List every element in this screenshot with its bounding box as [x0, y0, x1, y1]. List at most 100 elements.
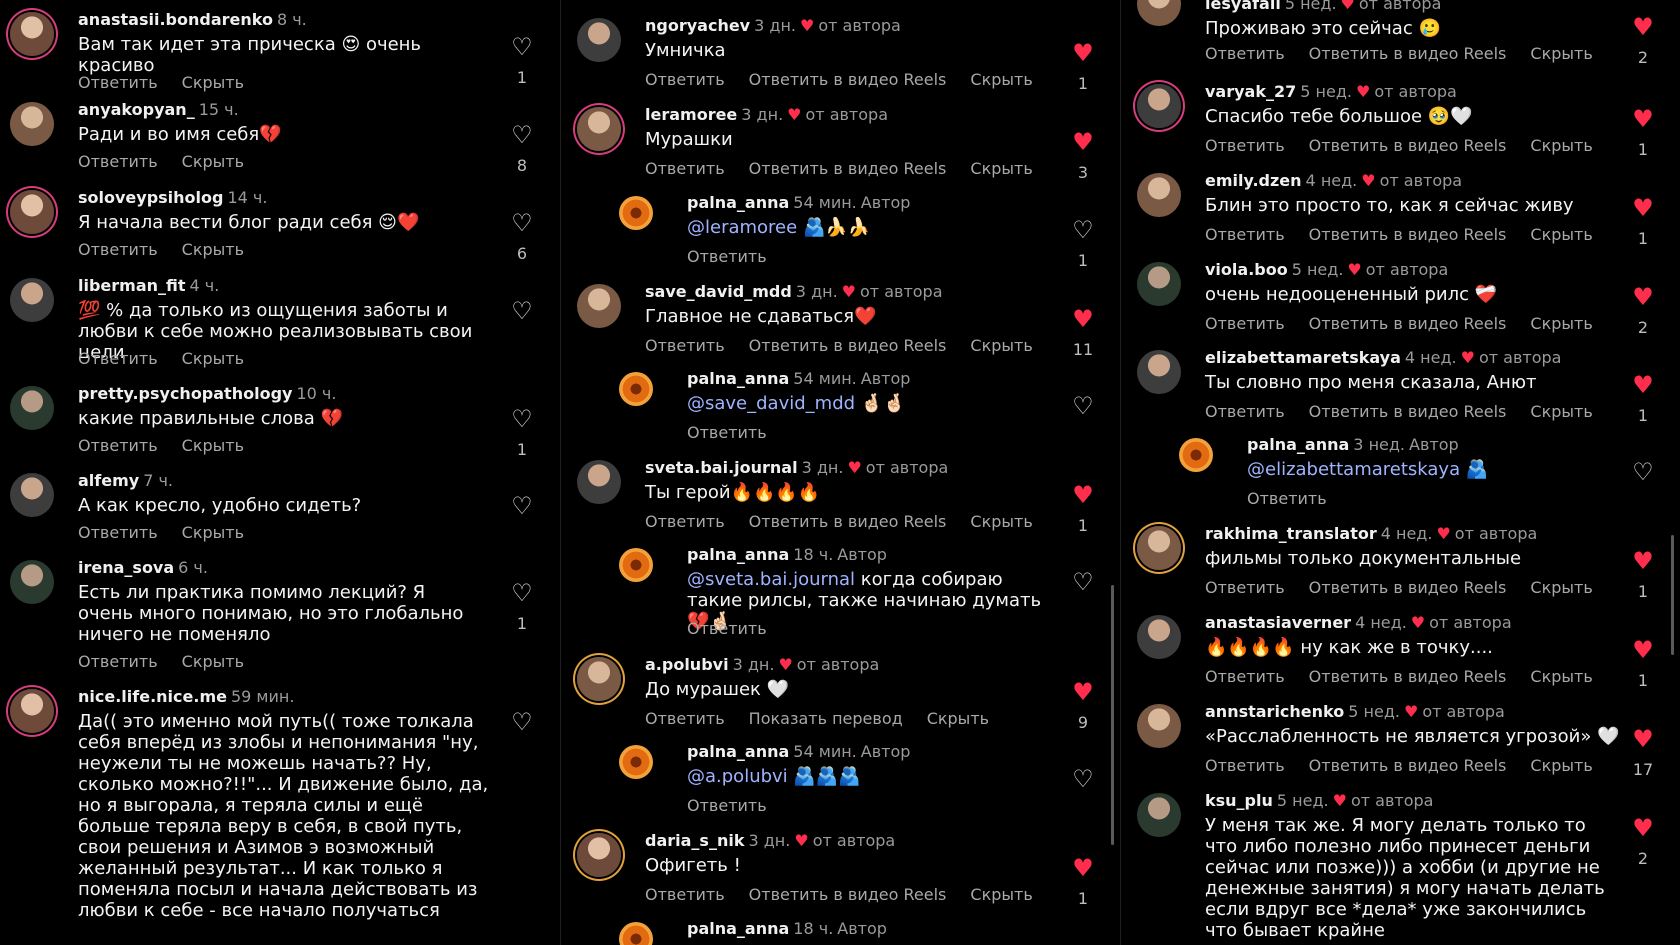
username[interactable]: pretty.psychopathology	[78, 384, 292, 403]
reply-button[interactable]: Ответить	[1205, 314, 1285, 333]
avatar[interactable]	[577, 460, 621, 504]
reply-reels-button[interactable]: Ответить в видео Reels	[1309, 756, 1507, 775]
hide-button[interactable]: Скрыть	[182, 652, 244, 671]
reply-button[interactable]: Ответить	[687, 247, 767, 266]
reply-reels-button[interactable]: Ответить в видео Reels	[1309, 578, 1507, 597]
like-button[interactable]: ♥ 3	[1063, 129, 1103, 183]
reply-button[interactable]: Ответить	[1205, 578, 1285, 597]
hide-button[interactable]: Скрыть	[1530, 402, 1592, 421]
hide-button[interactable]: Скрыть	[182, 152, 244, 171]
reply-button[interactable]: Ответить	[645, 70, 725, 89]
like-button[interactable]: ♥ 1	[1623, 106, 1663, 160]
scrollbar[interactable]	[1111, 585, 1114, 845]
heart-outline-icon[interactable]: ♡	[1063, 217, 1103, 243]
scrollbar[interactable]	[1671, 535, 1674, 655]
like-button[interactable]: ♥ 1	[1623, 195, 1663, 249]
avatar[interactable]	[10, 12, 54, 56]
heart-outline-icon[interactable]: ♡	[502, 580, 542, 606]
avatar[interactable]	[10, 102, 54, 146]
reply-button[interactable]: Ответить	[687, 619, 767, 638]
username[interactable]: daria_s_nik	[645, 831, 744, 850]
like-button[interactable]: ♥ 1	[1063, 482, 1103, 536]
heart-filled-icon[interactable]: ♥	[1623, 106, 1663, 132]
reply-button[interactable]: Ответить	[1205, 136, 1285, 155]
heart-outline-icon[interactable]: ♡	[502, 493, 542, 519]
mention-link[interactable]: @elizabettamaretskaya	[1247, 459, 1460, 480]
username[interactable]: save_david_mdd	[645, 282, 792, 301]
avatar[interactable]	[1137, 704, 1181, 748]
hide-button[interactable]: Скрыть	[1530, 225, 1592, 244]
hide-button[interactable]: Скрыть	[182, 523, 244, 542]
username[interactable]: annstarichenko	[1205, 702, 1344, 721]
like-button[interactable]: ♥ 1	[1063, 40, 1103, 94]
like-button[interactable]: ♥ 1	[1623, 372, 1663, 426]
heart-outline-icon[interactable]: ♡	[502, 34, 542, 60]
reply-reels-button[interactable]: Ответить в видео Reels	[749, 885, 947, 904]
heart-filled-icon[interactable]: ♥	[1623, 548, 1663, 574]
hide-button[interactable]: Скрыть	[1530, 578, 1592, 597]
like-button[interactable]: ♥ 17	[1623, 726, 1663, 780]
hide-button[interactable]: Скрыть	[1530, 44, 1592, 63]
avatar[interactable]	[10, 190, 54, 234]
heart-outline-icon[interactable]: ♡	[502, 406, 542, 432]
heart-outline-icon[interactable]: ♡	[502, 298, 542, 324]
reply-reels-button[interactable]: Ответить в видео Reels	[1309, 314, 1507, 333]
reply-button[interactable]: Ответить	[687, 796, 767, 815]
like-button[interactable]: ♡ 8	[502, 122, 542, 176]
hide-button[interactable]: Скрыть	[182, 240, 244, 259]
hide-button[interactable]: Скрыть	[927, 709, 989, 728]
reply-button[interactable]: Ответить	[78, 523, 158, 542]
reply-button[interactable]: Ответить	[645, 336, 725, 355]
username[interactable]: emily.dzen	[1205, 171, 1302, 190]
reply-reels-button[interactable]: Ответить в видео Reels	[1309, 136, 1507, 155]
reply-button[interactable]: Ответить	[78, 436, 158, 455]
reply-button[interactable]: Ответить	[1205, 667, 1285, 686]
username[interactable]: alfemy	[78, 471, 139, 490]
like-button[interactable]: ♡	[1623, 459, 1663, 493]
like-button[interactable]: ♥ 2	[1623, 14, 1663, 68]
heart-outline-icon[interactable]: ♡	[1063, 393, 1103, 419]
mention-link[interactable]: @save_david_mdd	[687, 393, 855, 414]
avatar[interactable]	[577, 18, 621, 62]
username[interactable]: irena_sova	[78, 558, 174, 577]
avatar[interactable]	[1137, 615, 1181, 659]
username[interactable]: anastasiaverner	[1205, 613, 1351, 632]
like-button[interactable]: ♡	[1063, 569, 1103, 603]
hide-button[interactable]: Скрыть	[1530, 756, 1592, 775]
reply-reels-button[interactable]: Ответить в видео Reels	[1309, 402, 1507, 421]
avatar[interactable]	[1137, 0, 1181, 26]
username[interactable]: lesyafail	[1205, 0, 1281, 13]
username[interactable]: a.polubvi	[645, 655, 729, 674]
reply-button[interactable]: Ответить	[78, 152, 158, 171]
heart-filled-icon[interactable]: ♥	[1623, 815, 1663, 841]
reply-reels-button[interactable]: Ответить в видео Reels	[749, 336, 947, 355]
username[interactable]: rakhima_translator	[1205, 524, 1377, 543]
hide-button[interactable]: Скрыть	[970, 336, 1032, 355]
like-button[interactable]: ♡	[502, 298, 542, 332]
avatar[interactable]	[1137, 84, 1181, 128]
heart-filled-icon[interactable]: ♥	[1063, 40, 1103, 66]
heart-filled-icon[interactable]: ♥	[1063, 679, 1103, 705]
reply-button[interactable]: Ответить	[645, 709, 725, 728]
avatar[interactable]	[619, 196, 653, 230]
hide-button[interactable]: Скрыть	[970, 159, 1032, 178]
reply-button[interactable]: Ответить	[645, 512, 725, 531]
username[interactable]: anastasii.bondarenko	[78, 10, 273, 29]
username[interactable]: sveta.bai.journal	[645, 458, 798, 477]
username[interactable]: soloveypsiholog	[78, 188, 223, 207]
heart-filled-icon[interactable]: ♥	[1063, 306, 1103, 332]
hide-button[interactable]: Скрыть	[182, 349, 244, 368]
username[interactable]: ngoryachev	[645, 16, 750, 35]
like-button[interactable]: ♥ 2	[1623, 815, 1663, 869]
like-button[interactable]: ♡ 6	[502, 210, 542, 264]
avatar[interactable]	[10, 386, 54, 430]
heart-outline-icon[interactable]: ♡	[1063, 766, 1103, 792]
hide-button[interactable]: Скрыть	[970, 70, 1032, 89]
username[interactable]: palna_anna	[687, 545, 789, 564]
avatar[interactable]	[619, 372, 653, 406]
reply-button[interactable]: Ответить	[645, 885, 725, 904]
reply-button[interactable]: Ответить	[78, 240, 158, 259]
avatar[interactable]	[10, 278, 54, 322]
hide-button[interactable]: Скрыть	[1530, 667, 1592, 686]
avatar[interactable]	[619, 548, 653, 582]
